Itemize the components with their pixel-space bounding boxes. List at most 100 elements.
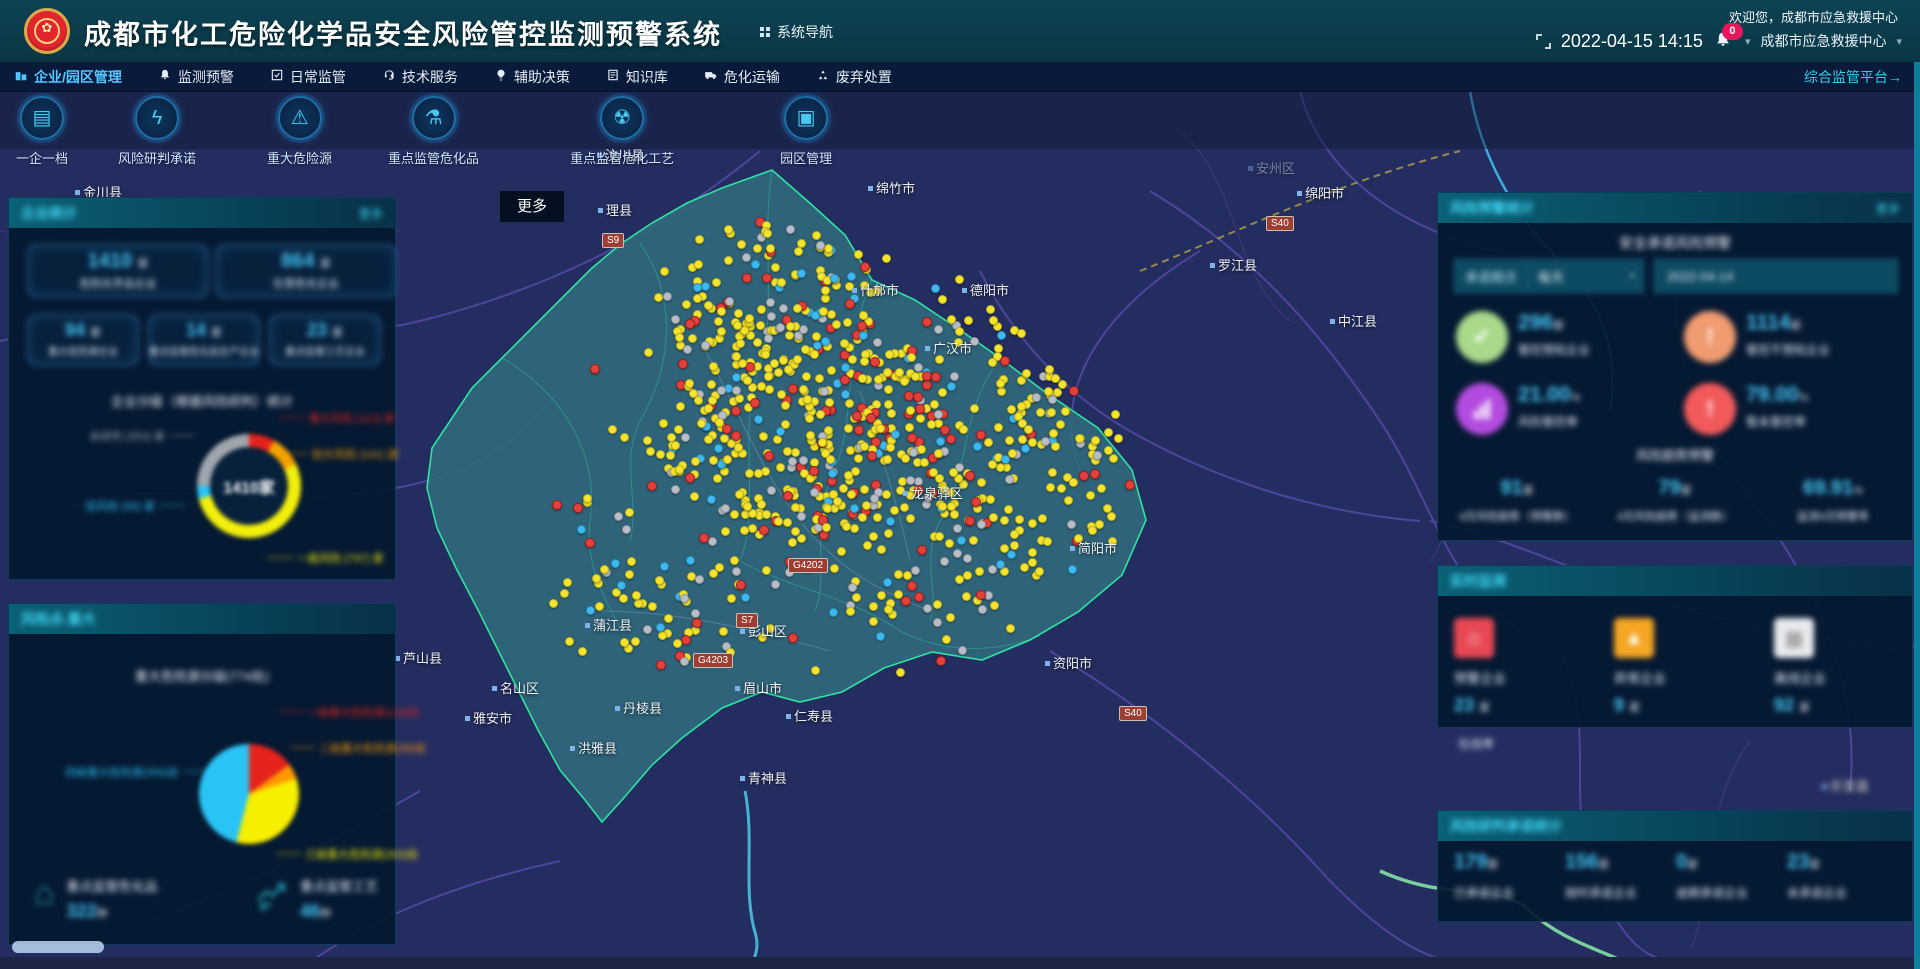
map-marker-yellow[interactable] bbox=[802, 372, 811, 381]
map-marker-yellow[interactable] bbox=[873, 513, 882, 522]
map-marker-yellow[interactable] bbox=[563, 578, 572, 587]
map-marker-yellow[interactable] bbox=[786, 322, 795, 331]
map-marker-yellow[interactable] bbox=[1109, 454, 1118, 463]
map-marker-red[interactable] bbox=[699, 533, 709, 543]
map-marker-yellow[interactable] bbox=[938, 295, 947, 304]
map-marker-red[interactable] bbox=[840, 375, 850, 385]
subnav-item-园区管理[interactable]: ▣园区管理 bbox=[780, 96, 832, 167]
map-marker-yellow[interactable] bbox=[873, 286, 882, 295]
map-marker-red[interactable] bbox=[762, 273, 772, 283]
map-marker-yellow[interactable] bbox=[1006, 624, 1015, 633]
map-marker-yellow[interactable] bbox=[682, 300, 691, 309]
map-marker-yellow[interactable] bbox=[884, 529, 893, 538]
map-marker-gray[interactable] bbox=[970, 337, 979, 346]
map-marker-yellow[interactable] bbox=[777, 278, 786, 287]
map-marker-yellow[interactable] bbox=[1048, 468, 1057, 477]
map-marker-yellow[interactable] bbox=[1074, 534, 1083, 543]
map-marker-yellow[interactable] bbox=[886, 443, 895, 452]
map-marker-yellow[interactable] bbox=[627, 557, 636, 566]
map-marker-yellow[interactable] bbox=[823, 504, 832, 513]
map-marker-gray[interactable] bbox=[953, 549, 962, 558]
map-marker-yellow[interactable] bbox=[1051, 442, 1060, 451]
map-marker-gray[interactable] bbox=[771, 580, 780, 589]
map-marker-blue[interactable] bbox=[821, 337, 830, 346]
map-marker-gray[interactable] bbox=[810, 488, 819, 497]
map-marker-yellow[interactable] bbox=[688, 334, 697, 343]
map-marker-yellow[interactable] bbox=[771, 263, 780, 272]
map-marker-gray[interactable] bbox=[820, 387, 829, 396]
map-marker-yellow[interactable] bbox=[549, 599, 558, 608]
map-marker-yellow[interactable] bbox=[830, 564, 839, 573]
map-marker-red[interactable] bbox=[692, 618, 702, 628]
map-marker-red[interactable] bbox=[685, 473, 695, 483]
map-marker-red[interactable] bbox=[585, 538, 595, 548]
map-marker-yellow[interactable] bbox=[994, 423, 1003, 432]
map-marker-yellow[interactable] bbox=[732, 352, 741, 361]
map-marker-yellow[interactable] bbox=[763, 229, 772, 238]
map-marker-yellow[interactable] bbox=[759, 432, 768, 441]
map-marker-yellow[interactable] bbox=[695, 235, 704, 244]
nav-item-日常监管[interactable]: 日常监管 bbox=[270, 67, 346, 87]
map-marker-yellow[interactable] bbox=[620, 638, 629, 647]
map-marker-yellow[interactable] bbox=[844, 424, 853, 433]
map-marker-yellow[interactable] bbox=[608, 425, 617, 434]
map-marker-gray[interactable] bbox=[873, 338, 882, 347]
map-marker-yellow[interactable] bbox=[949, 468, 958, 477]
map-marker-yellow[interactable] bbox=[779, 356, 788, 365]
map-marker-yellow[interactable] bbox=[821, 286, 830, 295]
map-marker-yellow[interactable] bbox=[986, 495, 995, 504]
map-marker-blue[interactable] bbox=[847, 272, 856, 281]
map-marker-yellow[interactable] bbox=[911, 372, 920, 381]
map-marker-yellow[interactable] bbox=[644, 348, 653, 357]
map-marker-gray[interactable] bbox=[776, 323, 785, 332]
map-marker-yellow[interactable] bbox=[984, 438, 993, 447]
map-marker-yellow[interactable] bbox=[955, 275, 964, 284]
map-marker-blue[interactable] bbox=[830, 274, 839, 283]
map-marker-yellow[interactable] bbox=[773, 435, 782, 444]
map-marker-yellow[interactable] bbox=[988, 358, 997, 367]
map-marker-yellow[interactable] bbox=[631, 637, 640, 646]
map-marker-blue[interactable] bbox=[883, 578, 892, 587]
map-marker-yellow[interactable] bbox=[869, 617, 878, 626]
map-marker-yellow[interactable] bbox=[1047, 408, 1056, 417]
map-marker-yellow[interactable] bbox=[583, 494, 592, 503]
map-marker-red[interactable] bbox=[845, 299, 855, 309]
platform-link[interactable]: 综合监管平台→ bbox=[1804, 67, 1902, 87]
nav-item-知识库[interactable]: 知识库 bbox=[606, 67, 668, 87]
map-marker-gray[interactable] bbox=[1048, 395, 1057, 404]
map-marker-yellow[interactable] bbox=[843, 318, 852, 327]
map-marker-yellow[interactable] bbox=[854, 250, 863, 259]
map-marker-yellow[interactable] bbox=[788, 538, 797, 547]
map-marker-yellow[interactable] bbox=[704, 404, 713, 413]
map-marker-gray[interactable] bbox=[671, 485, 680, 494]
map-marker-gray[interactable] bbox=[680, 657, 689, 666]
map-marker-yellow[interactable] bbox=[766, 244, 775, 253]
map-marker-yellow[interactable] bbox=[969, 536, 978, 545]
map-marker-red[interactable] bbox=[681, 635, 691, 645]
map-marker-gray[interactable] bbox=[643, 625, 652, 634]
map-marker-yellow[interactable] bbox=[1108, 537, 1117, 546]
map-marker-blue[interactable] bbox=[797, 269, 806, 278]
map-marker-gray[interactable] bbox=[934, 325, 943, 334]
map-marker-yellow[interactable] bbox=[1004, 505, 1013, 514]
map-marker-yellow[interactable] bbox=[1058, 380, 1067, 389]
map-marker-yellow[interactable] bbox=[619, 594, 628, 603]
map-marker-yellow[interactable] bbox=[709, 569, 718, 578]
map-marker-blue[interactable] bbox=[611, 559, 620, 568]
map-marker-blue[interactable] bbox=[997, 331, 1006, 340]
map-marker-red[interactable] bbox=[904, 391, 914, 401]
map-marker-gray[interactable] bbox=[963, 554, 972, 563]
map-marker-yellow[interactable] bbox=[785, 331, 794, 340]
map-marker-yellow[interactable] bbox=[955, 575, 964, 584]
map-marker-yellow[interactable] bbox=[810, 350, 819, 359]
map-marker-yellow[interactable] bbox=[854, 454, 863, 463]
map-marker-yellow[interactable] bbox=[806, 431, 815, 440]
map-marker-yellow[interactable] bbox=[852, 593, 861, 602]
map-marker-yellow[interactable] bbox=[882, 490, 891, 499]
map-marker-blue[interactable] bbox=[741, 593, 750, 602]
map-marker-yellow[interactable] bbox=[890, 506, 899, 515]
map-marker-yellow[interactable] bbox=[748, 524, 757, 533]
map-marker-yellow[interactable] bbox=[762, 510, 771, 519]
map-marker-blue[interactable] bbox=[876, 632, 885, 641]
map-marker-yellow[interactable] bbox=[777, 390, 786, 399]
